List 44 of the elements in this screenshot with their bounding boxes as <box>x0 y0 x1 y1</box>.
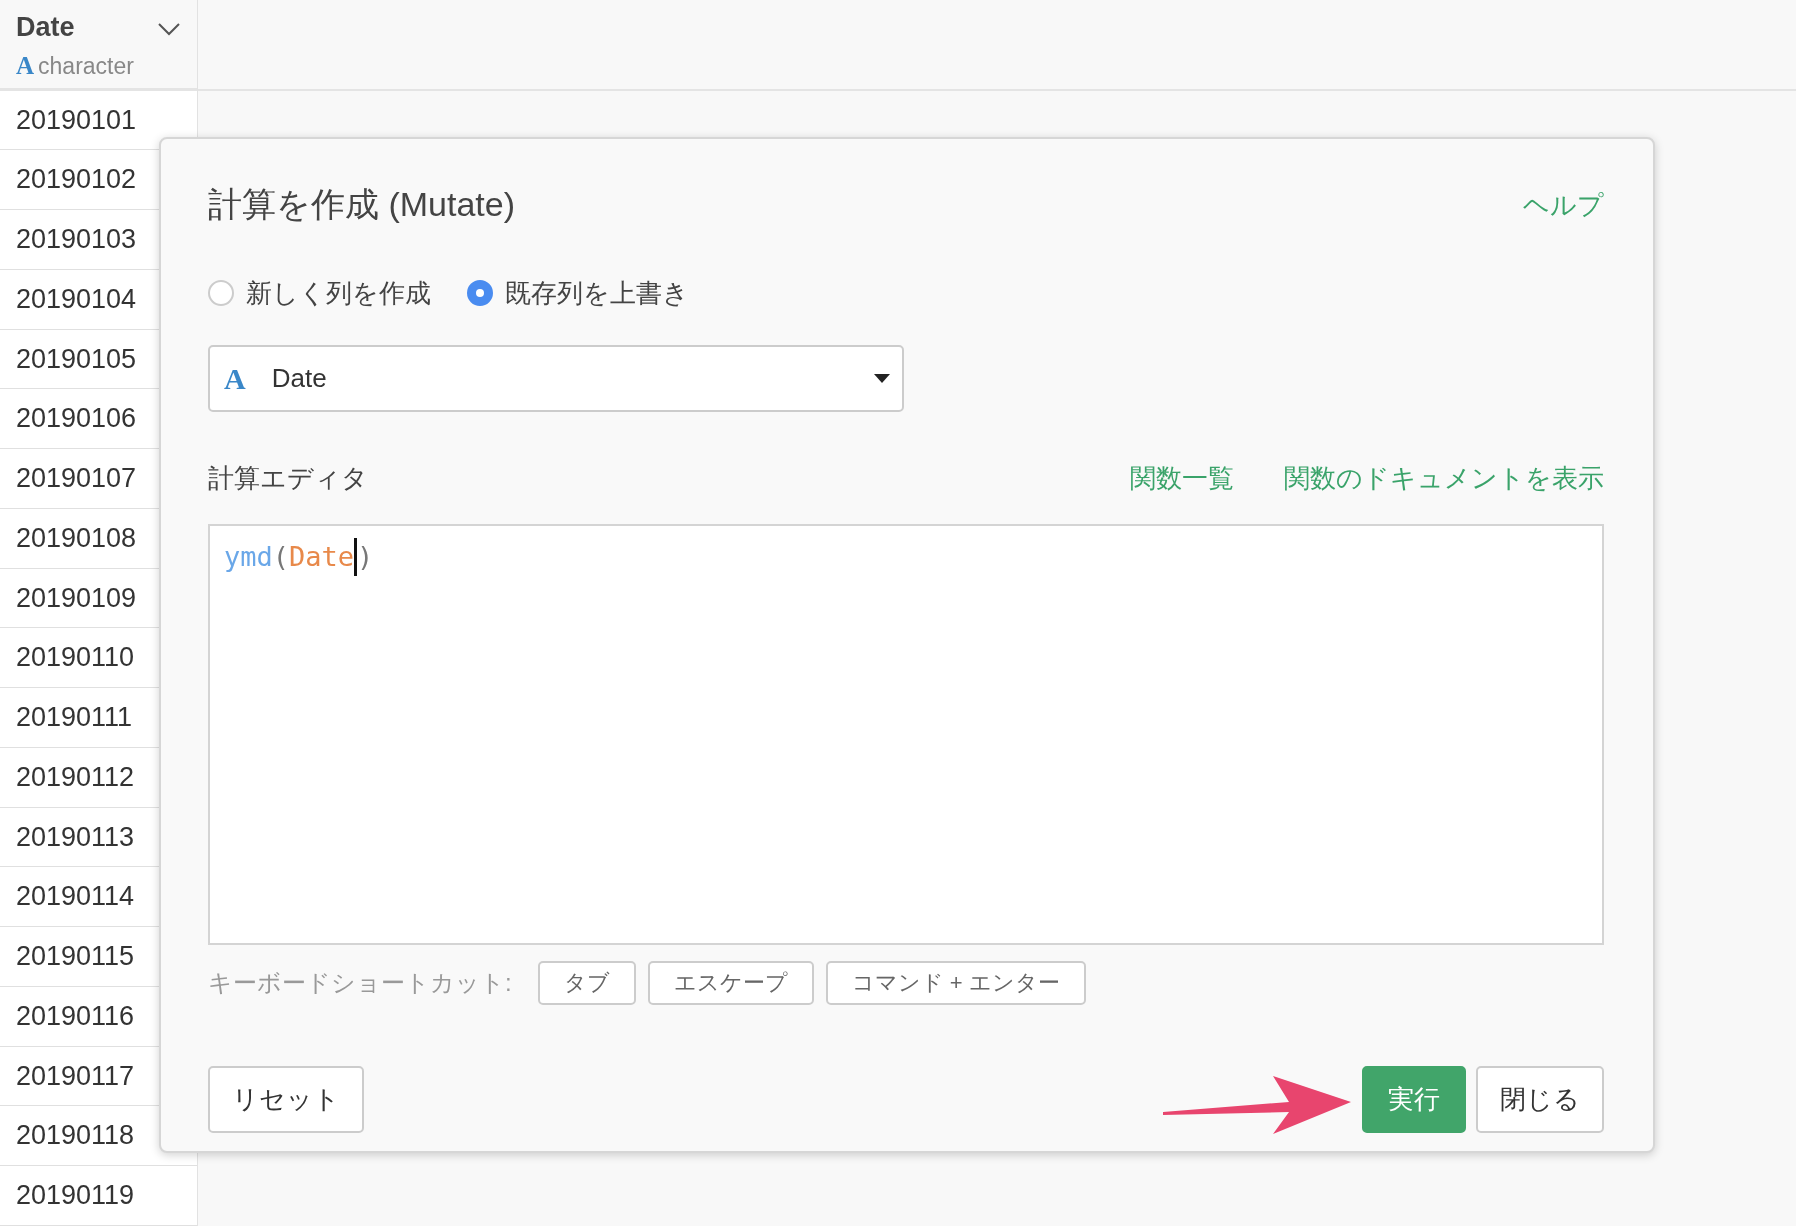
argument-name: Date <box>289 540 355 574</box>
table-cell: 20190104 <box>16 283 137 315</box>
reset-button[interactable]: リセット <box>208 1066 364 1133</box>
table-cell: 20190116 <box>16 1000 135 1032</box>
type-icon: A <box>224 361 246 396</box>
table-cell: 20190109 <box>16 582 137 614</box>
table-cell: 20190114 <box>16 881 135 913</box>
column-type: character <box>38 51 134 80</box>
chevron-down-icon[interactable] <box>157 22 181 36</box>
function-name: ymd <box>224 540 273 574</box>
table-cell: 20190111 <box>16 702 133 734</box>
editor-label: 計算エディタ <box>208 461 369 495</box>
table-cell: 20190113 <box>16 821 135 853</box>
table-cell: 20190107 <box>16 463 137 495</box>
table-cell: 20190118 <box>16 1120 135 1152</box>
type-icon: A <box>16 51 35 80</box>
table-cell: 20190119 <box>16 1180 135 1212</box>
shortcut-key[interactable]: エスケープ <box>647 961 814 1005</box>
table-cell: 20190105 <box>16 343 137 375</box>
text-cursor <box>354 538 358 576</box>
dropdown-value: Date <box>271 363 328 394</box>
close-button[interactable]: 閉じる <box>1476 1066 1604 1133</box>
column-header[interactable]: Date <box>16 10 157 52</box>
radio-label[interactable]: 既存列を上書き <box>505 275 689 311</box>
shortcut-label: キーボードショートカット: <box>208 968 512 998</box>
parenthesis: ( <box>272 540 290 574</box>
table-cell: 20190117 <box>16 1060 135 1092</box>
radio-label[interactable]: 新しく列を作成 <box>246 275 431 311</box>
table-cell: 20190101 <box>16 104 137 136</box>
table-cell: 20190110 <box>16 642 135 674</box>
code-editor[interactable]: ymd(Date) <box>208 524 1604 945</box>
table-cell: 20190103 <box>16 224 137 256</box>
table-cell: 20190102 <box>16 164 137 196</box>
run-button[interactable]: 実行 <box>1362 1066 1466 1133</box>
shortcut-key[interactable]: タブ <box>537 961 636 1005</box>
table-cell: 20190112 <box>16 761 135 793</box>
column-dropdown[interactable]: A Date <box>208 345 904 412</box>
shortcut-key[interactable]: コマンド + エンター <box>825 961 1086 1005</box>
table-cell: 20190108 <box>16 522 137 554</box>
parenthesis: ) <box>357 540 374 574</box>
table-cell: 20190106 <box>16 403 137 435</box>
caret-icon <box>874 374 890 383</box>
table-cell: 20190115 <box>16 941 135 973</box>
dialog-title: 計算を作成 (Mutate) <box>208 184 516 225</box>
